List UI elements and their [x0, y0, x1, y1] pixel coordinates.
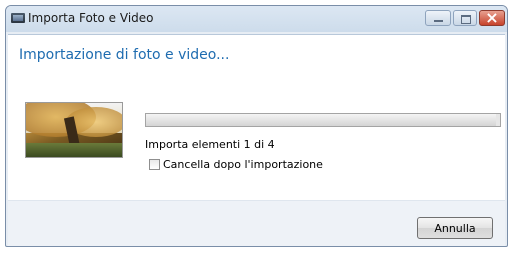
dialog-footer: Annulla [8, 200, 505, 246]
minimize-button[interactable] [425, 10, 451, 26]
delete-after-import-label: Cancella dopo l'importazione [163, 158, 323, 171]
delete-after-import-checkbox[interactable] [149, 159, 160, 170]
cancel-button[interactable]: Annulla [417, 217, 493, 239]
app-icon [11, 13, 25, 23]
dialog-content: Importazione di foto e video... Importa … [8, 34, 505, 200]
photo-thumbnail [25, 102, 123, 158]
maximize-button[interactable] [453, 10, 477, 26]
close-button[interactable] [479, 8, 505, 27]
import-progress-bar [145, 113, 501, 127]
progress-fill [146, 114, 497, 126]
window-title: Importa Foto e Video [28, 11, 154, 25]
page-title: Importazione di foto e video... [19, 47, 230, 63]
import-dialog: Importa Foto e Video Importazione di fot… [5, 5, 508, 247]
status-text: Importa elementi 1 di 4 [145, 138, 275, 151]
title-bar[interactable]: Importa Foto e Video [6, 6, 507, 32]
